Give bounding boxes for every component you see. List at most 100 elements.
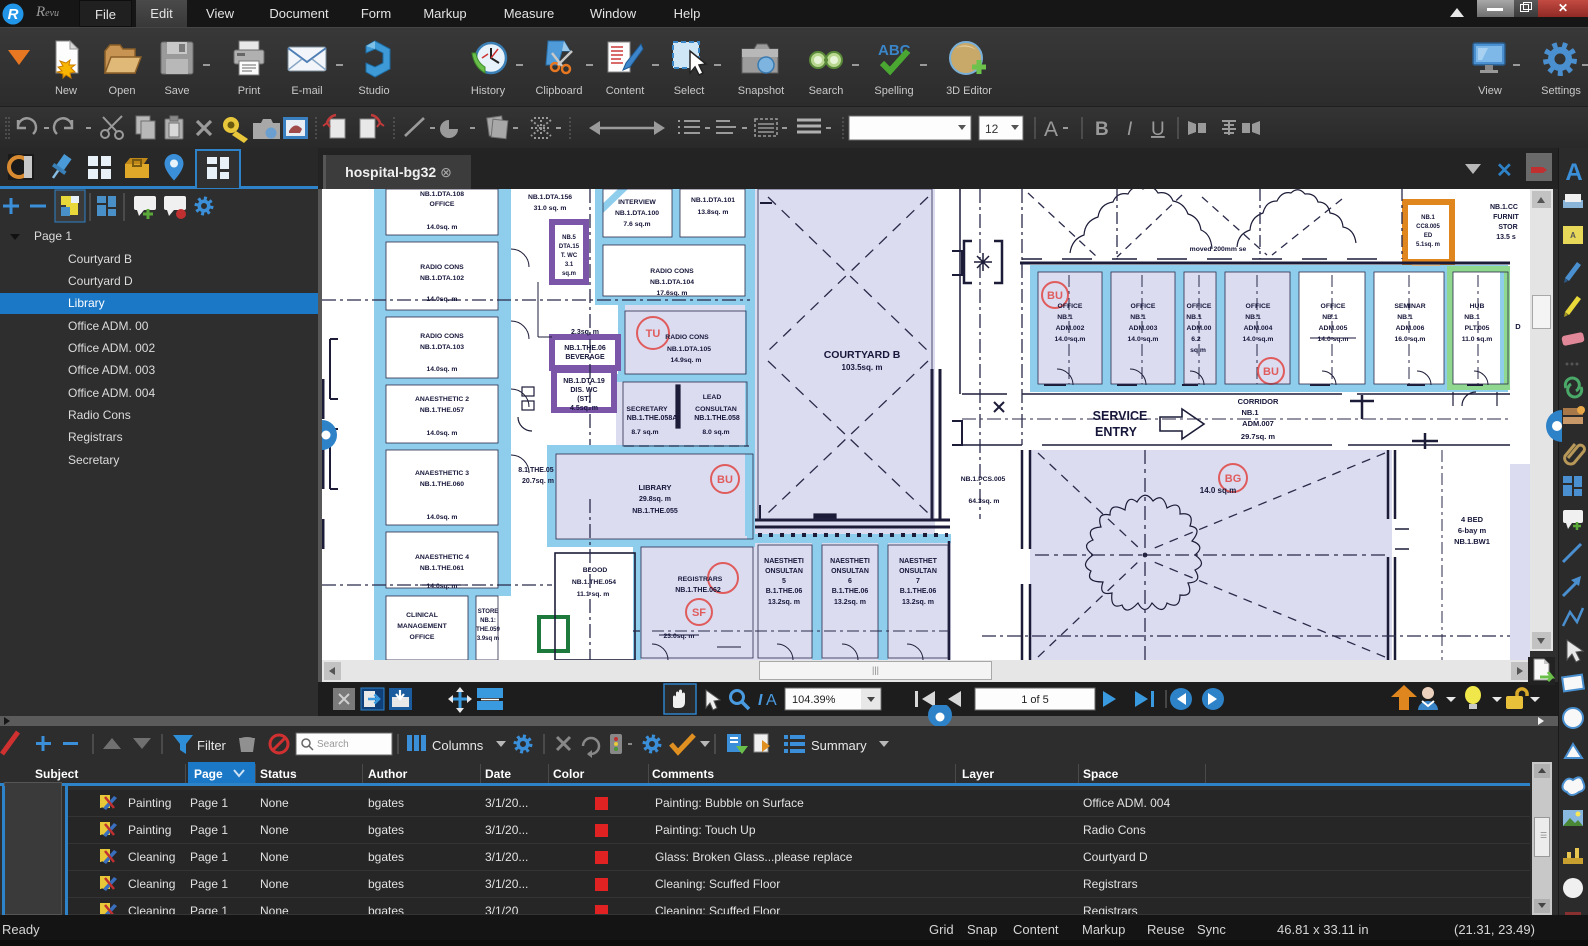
svg-text:11.0 sq.m: 11.0 sq.m (1462, 336, 1493, 343)
svg-text:NB.1.THE.057: NB.1.THE.057 (420, 407, 464, 414)
svg-text:NB.1.DTA.104: NB.1.DTA.104 (650, 279, 694, 286)
svg-text:FURNIT: FURNIT (1493, 214, 1519, 221)
svg-text:SERVICE: SERVICE (1093, 409, 1148, 423)
svg-text:OFFICE: OFFICE (430, 201, 455, 208)
svg-text:NB.1.THE.055: NB.1.THE.055 (632, 508, 678, 515)
svg-text:Space: Space (1083, 767, 1119, 781)
svg-text:NB.1.DTA.101: NB.1.DTA.101 (691, 197, 735, 204)
svg-text:ONSULTAN: ONSULTAN (831, 568, 869, 575)
svg-text:4 BED: 4 BED (1461, 515, 1484, 524)
svg-text:8.0 sq.m: 8.0 sq.m (702, 429, 729, 436)
svg-text:NB.1: NB.1 (1186, 314, 1202, 321)
svg-text:BU: BU (717, 474, 733, 486)
svg-text:29.7sq. m: 29.7sq. m (1241, 432, 1276, 441)
svg-text:SECRETARY: SECRETARY (626, 406, 668, 413)
svg-text:8.7 sq.m: 8.7 sq.m (631, 429, 658, 436)
svg-text:ADM.006: ADM.006 (1396, 325, 1425, 332)
svg-text:2.3sq. m: 2.3sq. m (571, 329, 599, 336)
svg-text:NB.1: NB.1 (1245, 314, 1261, 321)
svg-text:ADM.005: ADM.005 (1319, 325, 1348, 332)
svg-text:OFFICE: OFFICE (410, 634, 435, 641)
svg-text:NB.1: NB.1 (1322, 314, 1338, 321)
svg-text:NB.1.DTA.102: NB.1.DTA.102 (420, 275, 464, 282)
svg-text:14.0 sq.m: 14.0 sq.m (1243, 336, 1274, 343)
svg-text:BU: BU (1047, 290, 1063, 302)
svg-text:NB.1.DTA.105: NB.1.DTA.105 (667, 346, 711, 353)
svg-text:CORRIDOR: CORRIDOR (1238, 397, 1279, 406)
svg-text:OFFICE: OFFICE (1246, 303, 1271, 310)
svg-text:(ST): (ST) (577, 396, 591, 403)
svg-text:1 of 5: 1 of 5 (1021, 694, 1049, 706)
svg-text:LEAD: LEAD (703, 394, 722, 401)
svg-text:11.1 sq. m: 11.1 sq. m (577, 591, 610, 598)
svg-text:NB.1.DTA.100: NB.1.DTA.100 (615, 210, 659, 217)
svg-text:D: D (1515, 322, 1521, 331)
svg-text:29.8sq. m: 29.8sq. m (639, 496, 671, 503)
svg-text:ONSULTAN: ONSULTAN (899, 568, 937, 575)
svg-text:CLINICAL: CLINICAL (406, 612, 438, 619)
svg-text:NAESTHET: NAESTHET (899, 558, 937, 565)
svg-text:NB.1.BW1: NB.1.BW1 (1454, 537, 1490, 546)
svg-text:14.0 sq.m: 14.0 sq.m (1200, 486, 1236, 495)
svg-text:RADIO CONS: RADIO CONS (420, 264, 464, 271)
svg-text:NB.1.THE.054: NB.1.THE.054 (572, 579, 616, 586)
svg-text:sq.m: sq.m (562, 271, 576, 277)
svg-text:3.9sq m: 3.9sq m (477, 636, 499, 642)
svg-text:13.2sq. m: 13.2sq. m (768, 599, 800, 606)
svg-text:HUB: HUB (1470, 303, 1485, 310)
svg-text:ANAESTHETIC 4: ANAESTHETIC 4 (415, 554, 469, 561)
svg-text:3.1: 3.1 (565, 262, 574, 268)
svg-text:Comments: Comments (652, 767, 714, 781)
svg-text:NB.1: NB.1 (1130, 314, 1146, 321)
svg-text:Filter: Filter (197, 738, 227, 753)
svg-text:NB.1: NB.1 (1421, 215, 1435, 221)
svg-text:BG: BG (1225, 473, 1242, 485)
svg-text:B.1.THE.06: B.1.THE.06 (832, 588, 869, 595)
svg-text:14.0sq. m: 14.0sq. m (427, 430, 458, 437)
svg-text:BU: BU (1263, 366, 1279, 378)
svg-text:23.0sq. m: 23.0sq. m (664, 633, 695, 640)
svg-text:Columns: Columns (432, 738, 484, 753)
svg-text:ED: ED (1424, 233, 1433, 239)
svg-text:16.0 sq.m: 16.0 sq.m (1395, 336, 1426, 343)
svg-text:5: 5 (782, 578, 786, 585)
svg-text:NB.1: NB.1 (1057, 314, 1073, 321)
svg-text:7.6 sq.m: 7.6 sq.m (623, 221, 650, 228)
svg-text:I: I (1127, 119, 1133, 140)
svg-text:NB.1:: NB.1: (480, 618, 496, 624)
svg-text:6-bay m: 6-bay m (1458, 526, 1487, 535)
svg-text:RADIO CONS: RADIO CONS (650, 268, 694, 275)
svg-text:LIBRARY: LIBRARY (638, 483, 671, 492)
svg-text:7: 7 (916, 578, 920, 585)
svg-text:TU: TU (646, 328, 661, 340)
svg-text:NB.1.DTA.156: NB.1.DTA.156 (528, 194, 572, 201)
svg-text:COURTYARD B: COURTYARD B (824, 349, 901, 361)
svg-text:12: 12 (985, 122, 999, 136)
svg-text:I: I (758, 692, 763, 709)
svg-text:8.1.THE.05: 8.1.THE.05 (518, 467, 554, 474)
svg-text:Layer: Layer (962, 767, 994, 781)
svg-text:NB.1.DTA.108: NB.1.DTA.108 (420, 191, 464, 198)
svg-text:A: A (1570, 231, 1576, 240)
svg-text:NB.1: NB.1 (1241, 408, 1258, 417)
svg-text:A: A (1044, 118, 1058, 141)
svg-text:A: A (1565, 159, 1582, 186)
svg-text:ADM.00: ADM.00 (1187, 325, 1212, 332)
svg-text:REGISTRARS: REGISTRARS (678, 576, 723, 583)
svg-text:CONSULTAN: CONSULTAN (695, 406, 737, 413)
svg-text:STORE: STORE (478, 609, 499, 615)
svg-text:NB.1: NB.1 (1464, 314, 1480, 321)
svg-text:Author: Author (368, 767, 408, 781)
svg-text:6: 6 (848, 578, 852, 585)
svg-text:ADM.002: ADM.002 (1056, 325, 1085, 332)
svg-text:13.5 s: 13.5 s (1496, 234, 1516, 241)
svg-text:NB.1.THE.060: NB.1.THE.060 (420, 481, 464, 488)
svg-text:DIS. WC: DIS. WC (570, 387, 597, 394)
svg-text:BEVERAGE: BEVERAGE (565, 354, 605, 361)
svg-text:14.0 sq.m: 14.0 sq.m (1318, 336, 1349, 343)
svg-text:6.2: 6.2 (1191, 336, 1201, 343)
svg-text:14.0sq. m: 14.0sq. m (427, 514, 458, 521)
svg-text:14.0 sq.m: 14.0 sq.m (1128, 336, 1159, 343)
svg-text:ENTRY: ENTRY (1095, 425, 1138, 439)
svg-text:B.1.THE.06: B.1.THE.06 (766, 588, 803, 595)
